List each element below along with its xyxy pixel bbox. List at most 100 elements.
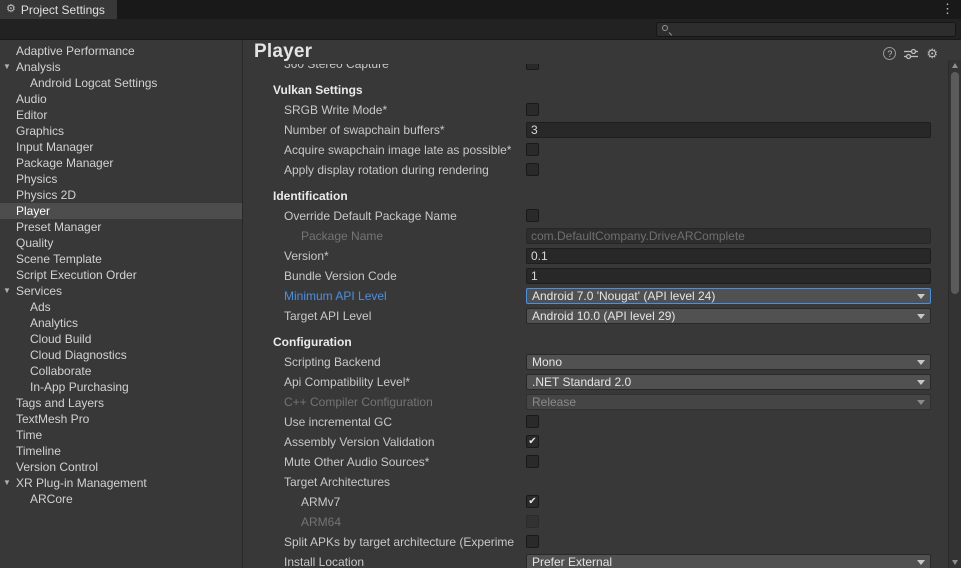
row-target-architectures: Target Architectures [243,472,948,492]
checkbox-360-stereo-capture[interactable] [526,64,539,70]
foldout-expanded-icon[interactable]: ▼ [3,59,11,75]
dropdown-value: Mono [532,355,562,369]
sidebar-item-time[interactable]: Time [0,427,242,443]
sidebar-item-textmesh-pro[interactable]: TextMesh Pro [0,411,242,427]
chevron-down-icon [917,400,925,405]
row-override-default-package-name: Override Default Package Name [243,206,948,226]
scroll-down-icon[interactable] [952,560,958,565]
sidebar-item-in-app-purchasing[interactable]: In-App Purchasing [0,379,242,395]
sidebar-item-label: Package Manager [16,156,113,170]
row-arm64: ARM64 [243,512,948,532]
dropdown-target-api-level[interactable]: Android 10.0 (API level 29) [526,308,931,324]
checkbox-srgb-write-mode[interactable] [526,103,539,116]
checkbox-assembly-version-validation[interactable]: ✔ [526,435,539,448]
sidebar-item-label: Quality [16,236,53,250]
checkbox-use-incremental-gc[interactable] [526,415,539,428]
sidebar-item-adaptive-performance[interactable]: Adaptive Performance [0,43,242,59]
page-title: Player [254,41,312,63]
field-label: Target Architectures [284,475,390,489]
dropdown-minimum-api-level[interactable]: Android 7.0 'Nougat' (API level 24) [526,288,931,304]
sidebar-item-physics[interactable]: Physics [0,171,242,187]
field-label: Scripting Backend [284,355,381,369]
help-icon[interactable]: ? [883,47,896,60]
sidebar-item-version-control[interactable]: Version Control [0,459,242,475]
row-api-compatibility-level: Api Compatibility Level*.NET Standard 2.… [243,372,948,392]
sidebar-item-xr-plug-in-management[interactable]: ▼XR Plug-in Management [0,475,242,491]
sidebar-item-script-execution-order[interactable]: Script Execution Order [0,267,242,283]
field-label: Install Location [284,555,364,568]
sidebar-item-analytics[interactable]: Analytics [0,315,242,331]
row-use-incremental-gc: Use incremental GC [243,412,948,432]
header-icons: ? ⚙ [883,47,938,60]
sidebar-item-label: Physics 2D [16,188,76,202]
text-field-bundle-version-code[interactable]: 1 [526,268,931,284]
sidebar-item-preset-manager[interactable]: Preset Manager [0,219,242,235]
dropdown-install-location[interactable]: Prefer External [526,554,931,568]
field-label: SRGB Write Mode* [284,103,387,117]
row-assembly-version-validation: Assembly Version Validation ✔ [243,432,948,452]
sidebar-list: Adaptive Performance▼AnalysisAndroid Log… [0,43,242,507]
sidebar-item-analysis[interactable]: ▼Analysis [0,59,242,75]
sidebar-item-scene-template[interactable]: Scene Template [0,251,242,267]
field-label: Mute Other Audio Sources* [284,455,429,469]
checkmark-icon: ✔ [528,436,536,447]
checkbox-armv7[interactable]: ✔ [526,495,539,508]
settings-sidebar: Adaptive Performance▼AnalysisAndroid Log… [0,40,243,568]
foldout-expanded-icon[interactable]: ▼ [3,283,11,299]
sidebar-item-editor[interactable]: Editor [0,107,242,123]
row-srgb-write-mode: SRGB Write Mode* [243,100,948,120]
field-label: Version* [284,249,329,263]
panel-header: Player ? ⚙ [243,40,948,64]
sidebar-item-label: In-App Purchasing [30,380,129,394]
checkbox-split-apks-by-target-architecture-experime[interactable] [526,535,539,548]
scroll-up-icon[interactable] [952,63,958,68]
sidebar-item-label: Script Execution Order [16,268,137,282]
field-label: Use incremental GC [284,415,392,429]
sidebar-item-android-logcat-settings[interactable]: Android Logcat Settings [0,75,242,91]
search-input[interactable] [656,22,956,37]
gear-icon[interactable]: ⚙ [926,47,938,60]
scrollbar-thumb[interactable] [951,72,959,294]
sidebar-item-arcore[interactable]: ARCore [0,491,242,507]
field-label: ARMv7 [301,495,340,509]
tab-project-settings[interactable]: ⚙ Project Settings [0,0,117,19]
sidebar-item-collaborate[interactable]: Collaborate [0,363,242,379]
checkbox-override-default-package-name[interactable] [526,209,539,222]
checkbox-apply-display-rotation-during-rendering[interactable] [526,163,539,176]
sidebar-item-tags-and-layers[interactable]: Tags and Layers [0,395,242,411]
field-label: C++ Compiler Configuration [284,395,433,409]
vertical-scrollbar[interactable] [948,60,961,568]
sidebar-item-graphics[interactable]: Graphics [0,123,242,139]
dropdown-scripting-backend[interactable]: Mono [526,354,931,370]
dropdown-value: .NET Standard 2.0 [532,375,631,389]
sidebar-item-package-manager[interactable]: Package Manager [0,155,242,171]
row-target-api-level: Target API LevelAndroid 10.0 (API level … [243,306,948,326]
row-acquire-swapchain-image-late-as-possible: Acquire swapchain image late as possible… [243,140,948,160]
sidebar-item-label: Editor [16,108,47,122]
sidebar-item-audio[interactable]: Audio [0,91,242,107]
kebab-menu-icon[interactable]: ⋮ [941,1,954,17]
checkbox-mute-other-audio-sources[interactable] [526,455,539,468]
checkmark-icon: ✔ [528,496,536,507]
field-label: Assembly Version Validation [284,435,435,449]
foldout-expanded-icon[interactable]: ▼ [3,475,11,491]
dropdown-value: Android 10.0 (API level 29) [532,309,675,323]
sidebar-item-quality[interactable]: Quality [0,235,242,251]
sidebar-item-cloud-diagnostics[interactable]: Cloud Diagnostics [0,347,242,363]
sidebar-item-ads[interactable]: Ads [0,299,242,315]
preset-icon[interactable] [904,48,918,60]
sidebar-item-player[interactable]: Player [0,203,242,219]
sidebar-item-physics-2d[interactable]: Physics 2D [0,187,242,203]
sidebar-item-timeline[interactable]: Timeline [0,443,242,459]
text-field-version[interactable]: 0.1 [526,248,931,264]
text-field-number-of-swapchain-buffers[interactable]: 3 [526,122,931,138]
sidebar-item-services[interactable]: ▼Services [0,283,242,299]
sidebar-item-label: Physics [16,172,57,186]
field-label: Override Default Package Name [284,209,457,223]
sidebar-item-label: Graphics [16,124,64,138]
dropdown-api-compatibility-level[interactable]: .NET Standard 2.0 [526,374,931,390]
sidebar-item-input-manager[interactable]: Input Manager [0,139,242,155]
sidebar-item-cloud-build[interactable]: Cloud Build [0,331,242,347]
sidebar-item-label: Scene Template [16,252,102,266]
checkbox-acquire-swapchain-image-late-as-possible[interactable] [526,143,539,156]
